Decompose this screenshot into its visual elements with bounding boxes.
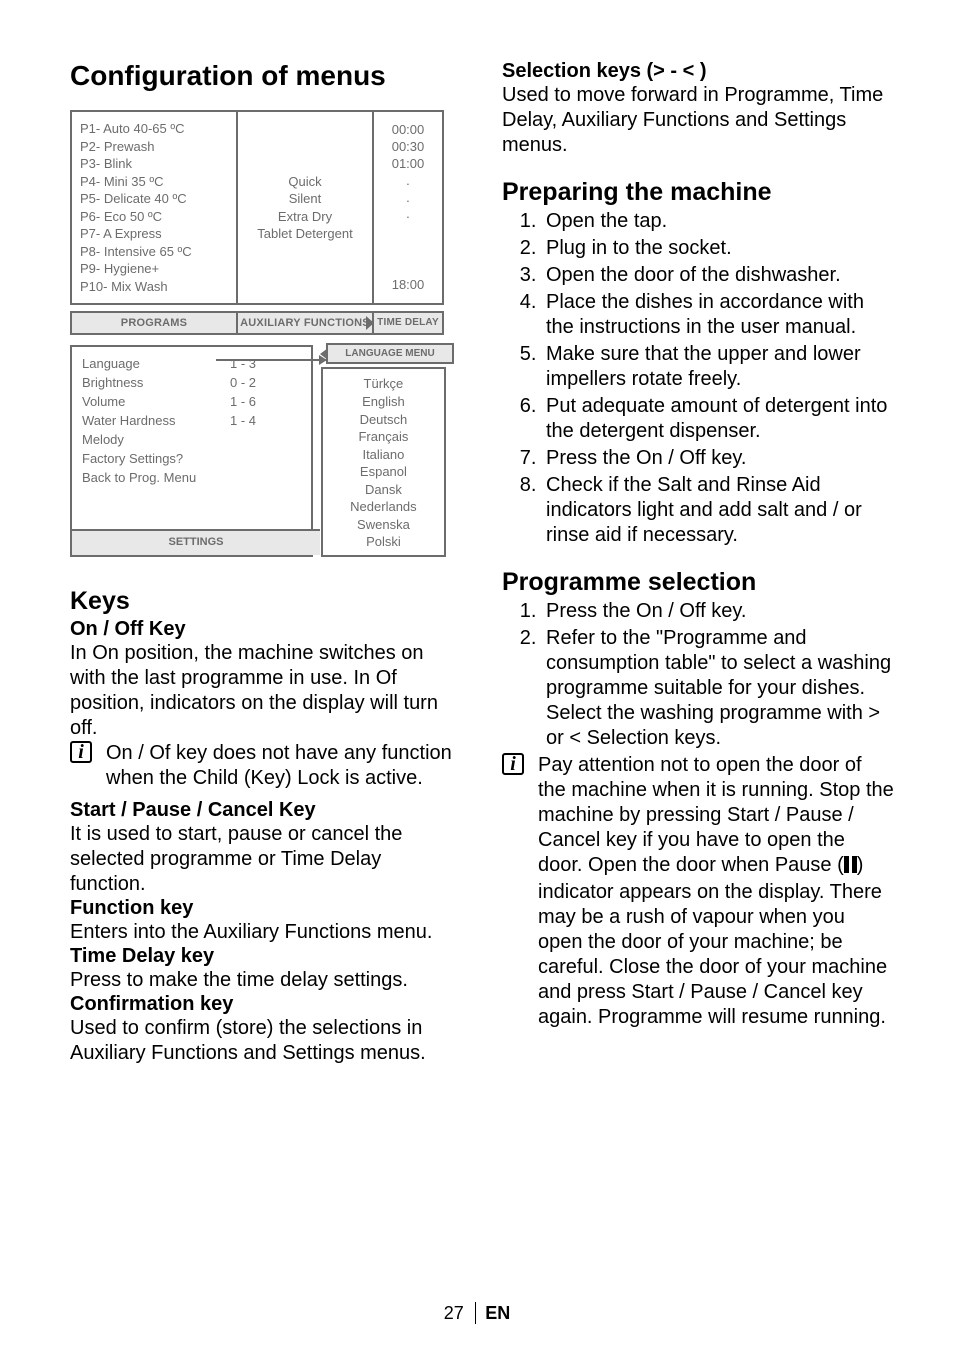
function-key-text: Enters into the Auxiliary Functions menu… bbox=[70, 920, 462, 945]
language-box: Türkçe English Deutsch Français Italiano… bbox=[321, 367, 446, 556]
function-key-heading: Function key bbox=[70, 897, 462, 920]
list-item: Refer to the "Programme and consumption … bbox=[542, 626, 894, 751]
on-off-info: On / Of key does not have any function w… bbox=[106, 741, 462, 791]
programme-selection-list: Press the On / Off key. Refer to the "Pr… bbox=[502, 599, 894, 751]
time-delay-heading: Time Delay key bbox=[70, 945, 462, 968]
keys-heading: Keys bbox=[70, 587, 462, 616]
list-item: Plug in to the socket. bbox=[542, 236, 894, 261]
time-delay-box: 00:00 00:30 01:00 . . . 18:00 bbox=[372, 110, 444, 305]
list-item: Make sure that the upper and lower impel… bbox=[542, 342, 894, 392]
programs-label: PROGRAMS bbox=[70, 311, 238, 335]
on-off-text: In On position, the machine switches on … bbox=[70, 641, 462, 741]
programme-info: Pay attention not to open the door of th… bbox=[538, 753, 894, 1030]
programs-box: P1- Auto 40-65 ºC P2- Prewash P3- Blink … bbox=[70, 110, 238, 305]
start-pause-heading: Start / Pause / Cancel Key bbox=[70, 799, 462, 822]
list-item: Check if the Salt and Rinse Aid indicato… bbox=[542, 473, 894, 548]
aux-box: Quick Silent Extra Dry Tablet Detergent bbox=[236, 110, 374, 305]
on-off-heading: On / Off Key bbox=[70, 618, 462, 641]
list-item: Open the tap. bbox=[542, 209, 894, 234]
preparing-heading: Preparing the machine bbox=[502, 178, 894, 207]
page-footer: 27 EN bbox=[0, 1302, 954, 1324]
page-title: Configuration of menus bbox=[70, 60, 462, 92]
selection-keys-text: Used to move forward in Programme, Time … bbox=[502, 83, 894, 158]
start-pause-text: It is used to start, pause or cancel the… bbox=[70, 822, 462, 897]
page-number: 27 bbox=[444, 1303, 464, 1324]
list-item: Put adequate amount of detergent into th… bbox=[542, 394, 894, 444]
selection-keys-heading: Selection keys (> - < ) bbox=[502, 60, 894, 83]
list-item: Open the door of the dishwasher. bbox=[542, 263, 894, 288]
list-item: Press the On / Off key. bbox=[542, 446, 894, 471]
settings-box: Language Brightness Volume Water Hardnes… bbox=[70, 345, 313, 556]
page-language: EN bbox=[485, 1303, 510, 1323]
confirmation-heading: Confirmation key bbox=[70, 993, 462, 1016]
menu-diagram: P1- Auto 40-65 ºC P2- Prewash P3- Blink … bbox=[70, 110, 446, 557]
confirmation-text: Used to confirm (store) the selections i… bbox=[70, 1016, 462, 1066]
info-icon: i bbox=[70, 741, 106, 791]
preparing-list: Open the tap. Plug in to the socket. Ope… bbox=[502, 209, 894, 548]
list-item: Press the On / Off key. bbox=[542, 599, 894, 624]
language-menu-label: LANGUAGE MENU bbox=[326, 343, 454, 364]
time-delay-text: Press to make the time delay settings. bbox=[70, 968, 462, 993]
aux-label: AUXILIARY FUNCTIONS bbox=[236, 311, 374, 335]
info-icon: i bbox=[502, 753, 538, 1030]
list-item: Place the dishes in accordance with the … bbox=[542, 290, 894, 340]
time-delay-label: TIME DELAY bbox=[372, 311, 444, 335]
settings-label: SETTINGS bbox=[72, 529, 320, 555]
pause-icon bbox=[844, 855, 857, 880]
programme-selection-heading: Programme selection bbox=[502, 568, 894, 597]
